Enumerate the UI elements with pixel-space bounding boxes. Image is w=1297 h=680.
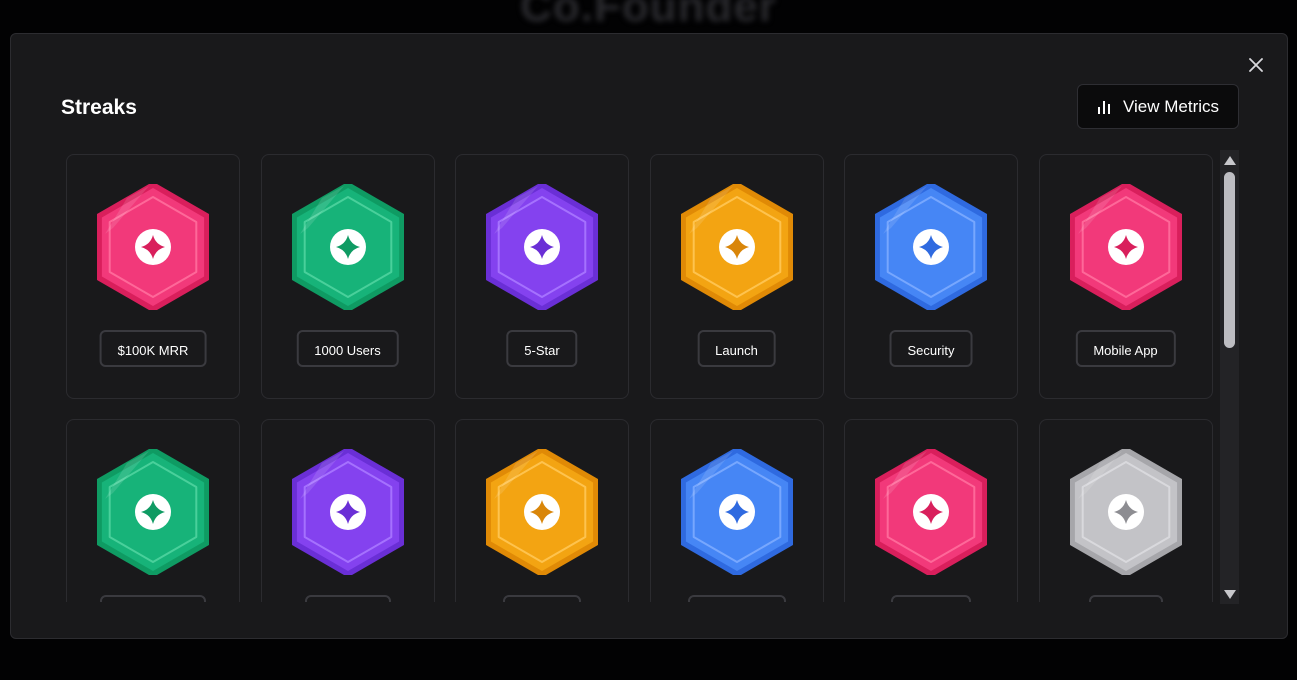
close-icon <box>1249 58 1263 72</box>
badge-blue-star-icon <box>680 449 793 575</box>
badge-label <box>1088 595 1163 602</box>
badge-label <box>503 595 581 602</box>
badge-blue-star-icon <box>875 184 987 310</box>
view-metrics-button[interactable]: View Metrics <box>1077 84 1239 129</box>
close-button[interactable] <box>1245 54 1267 76</box>
badge-label: Security <box>889 330 973 367</box>
badge-card[interactable]: Launch <box>649 154 824 399</box>
view-metrics-label: View Metrics <box>1122 96 1220 116</box>
badge-label: Launch <box>697 330 776 367</box>
badge-label: 5-Star <box>506 330 578 367</box>
bar-chart-icon <box>1097 100 1110 114</box>
badge-gray-star-icon <box>1069 449 1182 575</box>
badge-label: 1000 Users <box>296 330 399 367</box>
badge-grid-viewport: $100K MRR 1000 Users 5-Star Launch Security M… <box>66 154 1216 602</box>
badge-card[interactable]: 5-Star <box>455 154 629 399</box>
badge-card[interactable] <box>649 419 824 602</box>
badge-label <box>304 595 391 602</box>
badge-card[interactable] <box>455 419 629 602</box>
badge-card[interactable]: Security <box>844 154 1018 399</box>
badge-card[interactable]: $100K MRR <box>66 154 240 399</box>
badge-label: $100K MRR <box>99 330 207 367</box>
scroll-up-button[interactable] <box>1220 152 1239 168</box>
scroll-thumb[interactable] <box>1224 172 1235 348</box>
badge-card[interactable] <box>844 419 1018 602</box>
badge-orange-star-icon <box>486 449 598 575</box>
triangle-up-icon <box>1223 155 1236 165</box>
badge-card[interactable] <box>1038 419 1213 602</box>
badge-pink-star-icon <box>97 184 209 310</box>
badge-pink-star-icon <box>875 449 987 575</box>
scrollbar[interactable] <box>1220 150 1239 604</box>
modal-title: Streaks <box>61 96 137 119</box>
app-title-background: Co.Founder <box>520 0 777 31</box>
badge-label <box>687 595 786 602</box>
streaks-modal: Streaks View Metrics $100K MRR 1000 Users… <box>10 33 1288 639</box>
scroll-down-button[interactable] <box>1220 586 1239 602</box>
badge-orange-star-icon <box>680 184 793 310</box>
badge-label: Mobile App <box>1075 330 1176 367</box>
badge-pink-star-icon <box>1069 184 1182 310</box>
triangle-down-icon <box>1223 589 1236 599</box>
badge-card[interactable]: Mobile App <box>1038 154 1213 399</box>
badge-card[interactable] <box>260 419 435 602</box>
badge-grid: $100K MRR 1000 Users 5-Star Launch Security M… <box>66 154 1216 602</box>
badge-label <box>891 595 971 602</box>
badge-purple-star-icon <box>486 184 598 310</box>
badge-card[interactable]: 1000 Users <box>260 154 435 399</box>
badge-card[interactable] <box>66 419 240 602</box>
badge-purple-star-icon <box>291 449 404 575</box>
badge-green-star-icon <box>291 184 404 310</box>
badge-label <box>100 595 206 602</box>
badge-green-star-icon <box>97 449 209 575</box>
